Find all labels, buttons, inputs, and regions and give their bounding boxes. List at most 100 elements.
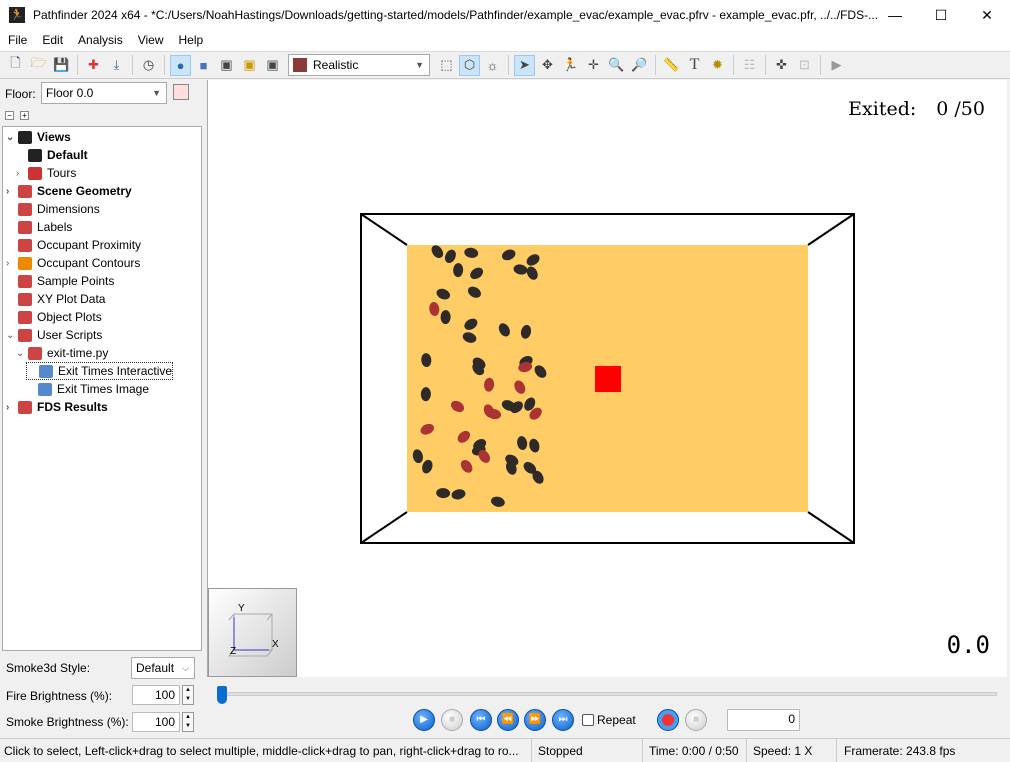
repeat-label: Repeat [597, 713, 636, 727]
crosshair-icon[interactable]: ✜ [771, 55, 792, 76]
tree-node-icon [28, 149, 42, 162]
chevron-down-icon: ▼ [415, 60, 424, 70]
time-readout: 0.0 [947, 631, 990, 659]
camera-icon[interactable]: ▶ [826, 55, 847, 76]
tree-node-icon [18, 401, 32, 414]
fire-brightness-spinner[interactable]: ▲▼ [182, 685, 194, 705]
minimize-button[interactable]: — [872, 0, 918, 30]
frame-input[interactable]: 0 [727, 709, 800, 731]
3d-viewport[interactable]: Exited:0 /50 Y X Z 0.0 [207, 80, 1007, 677]
render-mode-select[interactable]: Realistic ▼ [288, 54, 430, 76]
exit-marker [595, 366, 621, 392]
text-tool-icon[interactable]: T [684, 55, 705, 76]
tree-item[interactable]: Default [16, 146, 88, 164]
menu-edit[interactable]: Edit [34, 30, 70, 51]
tree-item[interactable]: Labels [6, 218, 72, 236]
stop-button[interactable]: ■ [441, 709, 463, 731]
tree-item[interactable]: Occupant Proximity [6, 236, 141, 254]
timeline-thumb[interactable] [217, 686, 227, 704]
floor-select[interactable]: Floor 0.0▼ [41, 82, 167, 104]
expand-icon[interactable]: ⌄ [6, 330, 18, 341]
lighting-icon[interactable]: ☼ [482, 55, 503, 76]
pan-icon[interactable]: ✛ [583, 55, 604, 76]
tree-item[interactable]: › Tours [16, 164, 76, 182]
orbit-icon[interactable]: ✥ [537, 55, 558, 76]
expand-icon[interactable]: ⌄ [16, 348, 28, 359]
play-button[interactable]: ▶ [413, 709, 435, 731]
cube-icon[interactable]: ▣ [216, 55, 237, 76]
repeat-checkbox[interactable] [582, 714, 594, 726]
expand-icon[interactable]: ⌄ [6, 132, 18, 143]
tree-node-icon [18, 185, 32, 198]
skip-start-button[interactable]: ⏮ [470, 709, 492, 731]
floor-filter-icon[interactable] [173, 84, 189, 100]
fire-brightness-input[interactable]: 100 [132, 685, 180, 705]
expand-icon[interactable]: › [6, 186, 18, 197]
cube-gray-icon[interactable]: ▣ [262, 55, 283, 76]
rewind-button[interactable]: ⏪ [497, 709, 519, 731]
close-button[interactable]: ✕ [964, 0, 1010, 30]
tree-item[interactable]: ›Occupant Contours [6, 254, 140, 272]
tree-node-icon [18, 239, 32, 252]
tree-item[interactable]: XY Plot Data [6, 290, 105, 308]
tree-item[interactable]: Sample Points [6, 272, 114, 290]
import-icon[interactable]: ⤓ [106, 55, 127, 76]
tree-item-label: Object Plots [37, 310, 102, 324]
tree-node-icon [18, 311, 32, 324]
menu-analysis[interactable]: Analysis [70, 30, 130, 51]
new-file-icon[interactable]: 🗋 [5, 55, 26, 76]
tree-item[interactable]: Exit Times Interactive [26, 362, 173, 380]
record-button[interactable] [657, 709, 679, 731]
open-folder-icon[interactable]: 🗁 [28, 55, 49, 76]
fast-forward-button[interactable]: ⏩ [524, 709, 546, 731]
stop-record-button[interactable]: ■ [685, 709, 707, 731]
walk-icon[interactable]: 🏃 [560, 55, 581, 76]
measure-ruler-icon[interactable]: 📏 [661, 55, 682, 76]
view-mode-2-icon[interactable]: ■ [193, 55, 214, 76]
tree-node-icon [18, 221, 32, 234]
smoke-brightness-input[interactable]: 100 [132, 712, 180, 732]
tree-item[interactable]: Object Plots [6, 308, 102, 326]
clock-icon[interactable]: ◷ [138, 55, 159, 76]
layout-icon[interactable]: ☷ [739, 55, 760, 76]
cube-yellow-icon[interactable]: ▣ [239, 55, 260, 76]
tree-item-label: XY Plot Data [37, 292, 105, 306]
select-pointer-icon[interactable]: ➤ [514, 55, 535, 76]
maximize-button[interactable]: ☐ [918, 0, 964, 30]
settings-gear-icon[interactable]: ✹ [707, 55, 728, 76]
tree-item[interactable]: Dimensions [6, 200, 100, 218]
expand-icon[interactable]: › [6, 402, 18, 413]
skip-end-button[interactable]: ⏭ [552, 709, 574, 731]
menu-view[interactable]: View [130, 30, 171, 51]
wireframe-icon[interactable]: ⬚ [436, 55, 457, 76]
smoke-brightness-spinner[interactable]: ▲▼ [182, 712, 194, 732]
smoke-style-select[interactable]: Default⌵ [131, 657, 195, 679]
save-icon[interactable]: 💾 [51, 55, 72, 76]
view-mode-icon[interactable]: ● [170, 55, 191, 76]
tree-item-label: Tours [47, 166, 76, 180]
fit-icon[interactable]: ⊡ [794, 55, 815, 76]
expand-icon[interactable]: › [6, 258, 18, 269]
tree-item[interactable]: ⌄Views [6, 128, 71, 146]
add-results-icon[interactable]: ✚ [83, 55, 104, 76]
chevron-down-icon: ▼ [152, 88, 161, 98]
tree-item[interactable]: ⌄exit-time.py [16, 344, 108, 362]
collapse-all-icon[interactable]: − [5, 111, 14, 120]
tree-node-icon [28, 347, 42, 360]
tree-item[interactable]: ›FDS Results [6, 398, 108, 416]
zoom-icon[interactable]: 🔍 [606, 55, 627, 76]
fire-brightness-label: Fire Brightness (%): [6, 689, 112, 703]
tree-item[interactable]: ›Scene Geometry [6, 182, 132, 200]
tree-node-icon [39, 365, 53, 378]
outline-icon[interactable]: ⬡ [459, 55, 480, 76]
tree-item-label: Exit Times Image [57, 382, 149, 396]
expand-icon[interactable]: › [16, 168, 28, 179]
menu-help[interactable]: Help [171, 30, 211, 51]
menu-file[interactable]: File [0, 30, 34, 51]
tree-item[interactable]: ⌄User Scripts [6, 326, 102, 344]
expand-all-icon[interactable]: + [20, 111, 29, 120]
zoom-box-icon[interactable]: 🔎 [629, 55, 650, 76]
timeline-slider[interactable] [222, 692, 997, 696]
tree-item[interactable]: Exit Times Image [26, 380, 149, 398]
tree-node-icon [18, 275, 32, 288]
